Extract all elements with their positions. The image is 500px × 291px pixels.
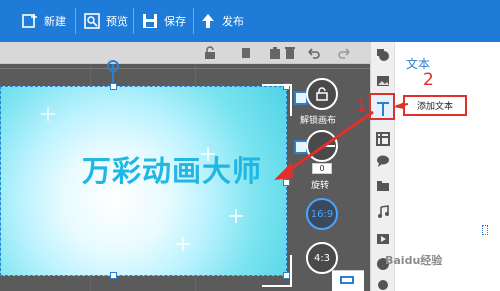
new-icon [22,14,37,28]
screen-icon [340,276,354,284]
music-icon[interactable] [376,205,390,219]
panel-marker [482,225,488,235]
publish-label: 发布 [222,15,244,28]
save-label: 保存 [164,15,186,28]
bottom-panel-tab[interactable] [332,270,364,291]
frame-bracket [290,255,292,285]
toolbar-divider [133,8,134,34]
ratio-16-9-label: 16:9 [310,208,334,220]
publish-icon [202,14,214,28]
canvas-title-text[interactable]: 万彩动画大师 [82,148,262,190]
delete-icon[interactable] [283,46,297,60]
sparkle-icon [229,209,243,223]
top-toolbar: 新建 预览 保存 发布 [0,0,500,42]
annotation-number-2: 2 [423,70,434,90]
new-label: 新建 [44,15,66,28]
frame-bracket [262,285,292,287]
sparkle-icon [41,107,55,121]
more-icon[interactable] [376,278,390,291]
copy-icon[interactable] [240,46,254,60]
redo-icon[interactable] [337,46,351,60]
app-root: 新建 预览 保存 发布 万彩动画大师 解锁画布 0 旋转 16:9 4:3 文本… [0,0,500,291]
resize-handle[interactable] [110,272,117,279]
frame-bracket [262,84,292,86]
rotate-handle[interactable] [107,60,119,72]
preview-button[interactable]: 预览 [84,8,128,34]
canvas-toolbar [0,42,370,64]
resize-handle[interactable] [283,272,290,279]
toolbar-divider [193,8,194,34]
ratio-16-9-button[interactable]: 16:9 [306,198,338,230]
image-icon[interactable] [376,74,390,88]
save-button[interactable]: 保存 [142,8,186,34]
add-text-button[interactable]: 添加文本 [403,95,467,116]
save-icon [143,14,157,28]
watermark: Baidu经验 [385,254,443,267]
preview-icon [84,13,100,29]
shape-icon[interactable] [376,48,390,62]
preview-label: 预览 [106,15,128,28]
lock-icon[interactable] [203,46,217,60]
paste-icon[interactable] [268,46,282,60]
undo-icon[interactable] [307,46,321,60]
publish-button[interactable]: 发布 [200,8,244,34]
sparkle-icon [176,237,190,251]
ruler-line [0,68,370,69]
add-text-label: 添加文本 [416,102,453,112]
new-button[interactable]: 新建 [22,8,66,34]
resize-handle[interactable] [110,83,117,90]
video-icon[interactable] [376,232,390,246]
annotation-arrows [274,102,409,180]
toolbar-divider [75,8,76,34]
ratio-4-3-label: 4:3 [313,252,331,264]
